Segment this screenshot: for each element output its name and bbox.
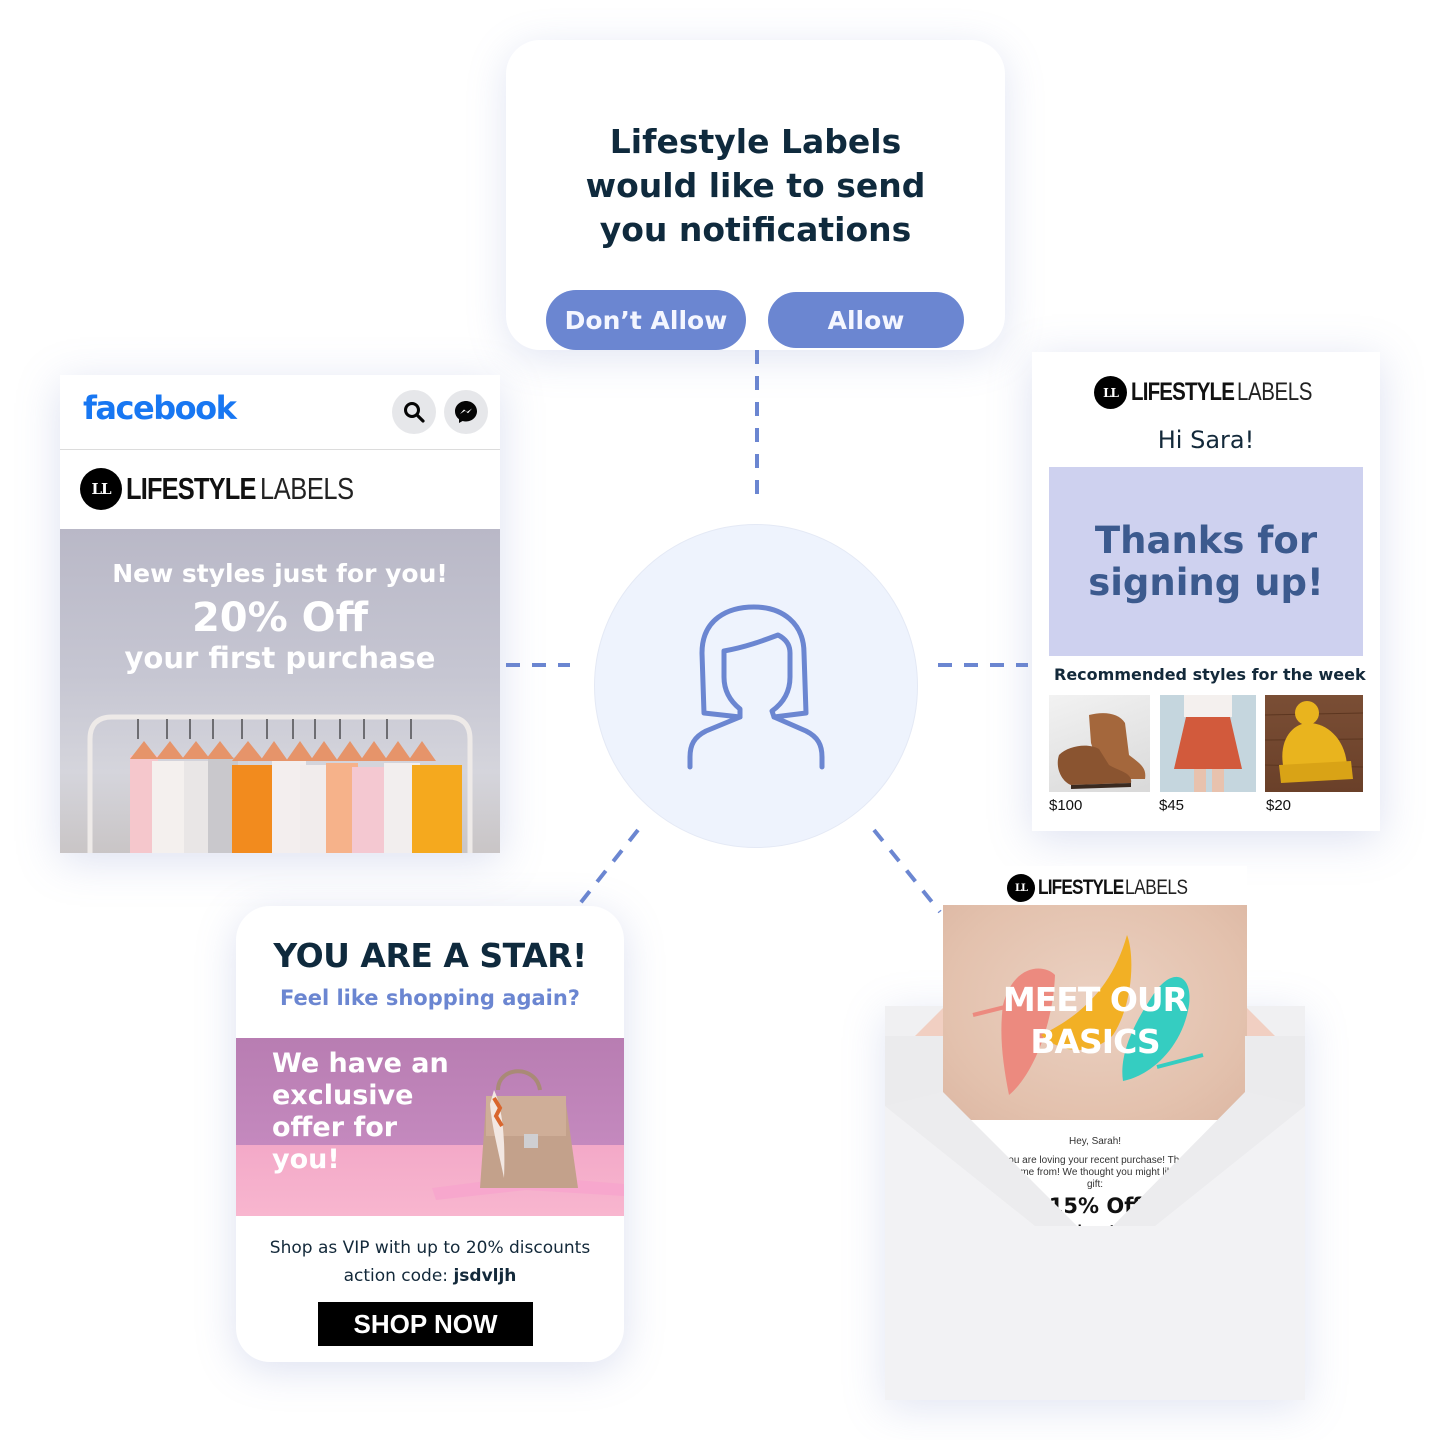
star-banner-text: We have an exclusive offer for you! xyxy=(272,1048,449,1175)
ad-offer-sub: your first purchase xyxy=(124,641,436,675)
envelope-front xyxy=(885,1036,1305,1400)
brand-mark-icon: LL xyxy=(1094,376,1127,409)
star-title: YOU ARE A STAR! xyxy=(273,936,587,975)
brand-name-light: LABELS xyxy=(1236,378,1312,406)
ad-offer: 20% Off xyxy=(191,595,369,641)
brand-mark-icon: LL xyxy=(80,468,122,510)
product-boots[interactable] xyxy=(1049,695,1150,792)
facebook-ad-card: facebook LL LIFESTYLE LABELS New styles … xyxy=(60,375,500,853)
thanks-banner-text: Thanks for signing up! xyxy=(1088,518,1324,604)
search-button[interactable] xyxy=(392,390,436,434)
product-price: $20 xyxy=(1266,797,1292,814)
thanks-banner: Thanks for signing up! xyxy=(1049,467,1363,656)
messenger-icon xyxy=(455,401,477,423)
skirt-photo xyxy=(1174,695,1242,792)
promo-code[interactable]: jsdvljh xyxy=(453,1266,516,1286)
brand-logo: LL LIFESTYLE LABELS xyxy=(1094,376,1328,409)
prompt-title: Lifestyle Labels would like to send you … xyxy=(585,122,926,249)
star-subtitle: Feel like shopping again? xyxy=(280,986,580,1010)
user-avatar-hub xyxy=(594,524,918,848)
brand-logo: LL LIFESTYLE LABELS xyxy=(60,450,500,528)
beanie-photo xyxy=(1265,701,1363,783)
loyalty-offer-card: YOU ARE A STAR! Feel like shopping again… xyxy=(236,906,624,1362)
product-price: $45 xyxy=(1159,797,1185,814)
handbag-with-scarf-photo[interactable]: We have an exclusive offer for you! xyxy=(236,1038,624,1216)
allow-button[interactable]: Allow xyxy=(768,292,964,348)
brand-name-bold: LIFESTYLE xyxy=(126,471,256,506)
ad-headline: New styles just for you! xyxy=(112,559,448,588)
push-notification-prompt: Lifestyle Labels would like to send you … xyxy=(506,40,1005,350)
messenger-button[interactable] xyxy=(444,390,488,434)
facebook-header: facebook xyxy=(60,375,500,450)
woman-user-icon xyxy=(687,604,825,770)
dont-allow-button[interactable]: Don’t Allow xyxy=(546,290,746,350)
clothing-rack-photo[interactable]: New styles just for you! 20% Off your fi… xyxy=(60,529,500,853)
welcome-email-card: LL LIFESTYLE LABELS Hi Sara! Thanks for … xyxy=(1032,352,1380,831)
product-price: $100 xyxy=(1049,797,1083,814)
brand-name-bold: LIFESTYLE xyxy=(1131,378,1235,406)
facebook-logo[interactable]: facebook xyxy=(83,389,237,427)
email-greeting: Hi Sara! xyxy=(1157,426,1255,454)
brand-name-light: LABELS xyxy=(260,471,354,506)
star-body-text: Shop as VIP with up to 20% discounts act… xyxy=(269,1238,591,1286)
boots-photo xyxy=(1057,713,1146,789)
search-icon xyxy=(404,402,425,423)
envelope-email: LL LIFESTYLE LABELS MEET OUR BASICS Hey,… xyxy=(885,866,1305,1400)
recommended-heading: Recommended styles for the week xyxy=(1054,665,1366,684)
product-skirt[interactable] xyxy=(1160,695,1256,792)
connector-bottom-left xyxy=(576,828,640,908)
shop-now-button[interactable]: SHOP NOW xyxy=(318,1302,533,1346)
product-beanie[interactable] xyxy=(1265,695,1363,792)
